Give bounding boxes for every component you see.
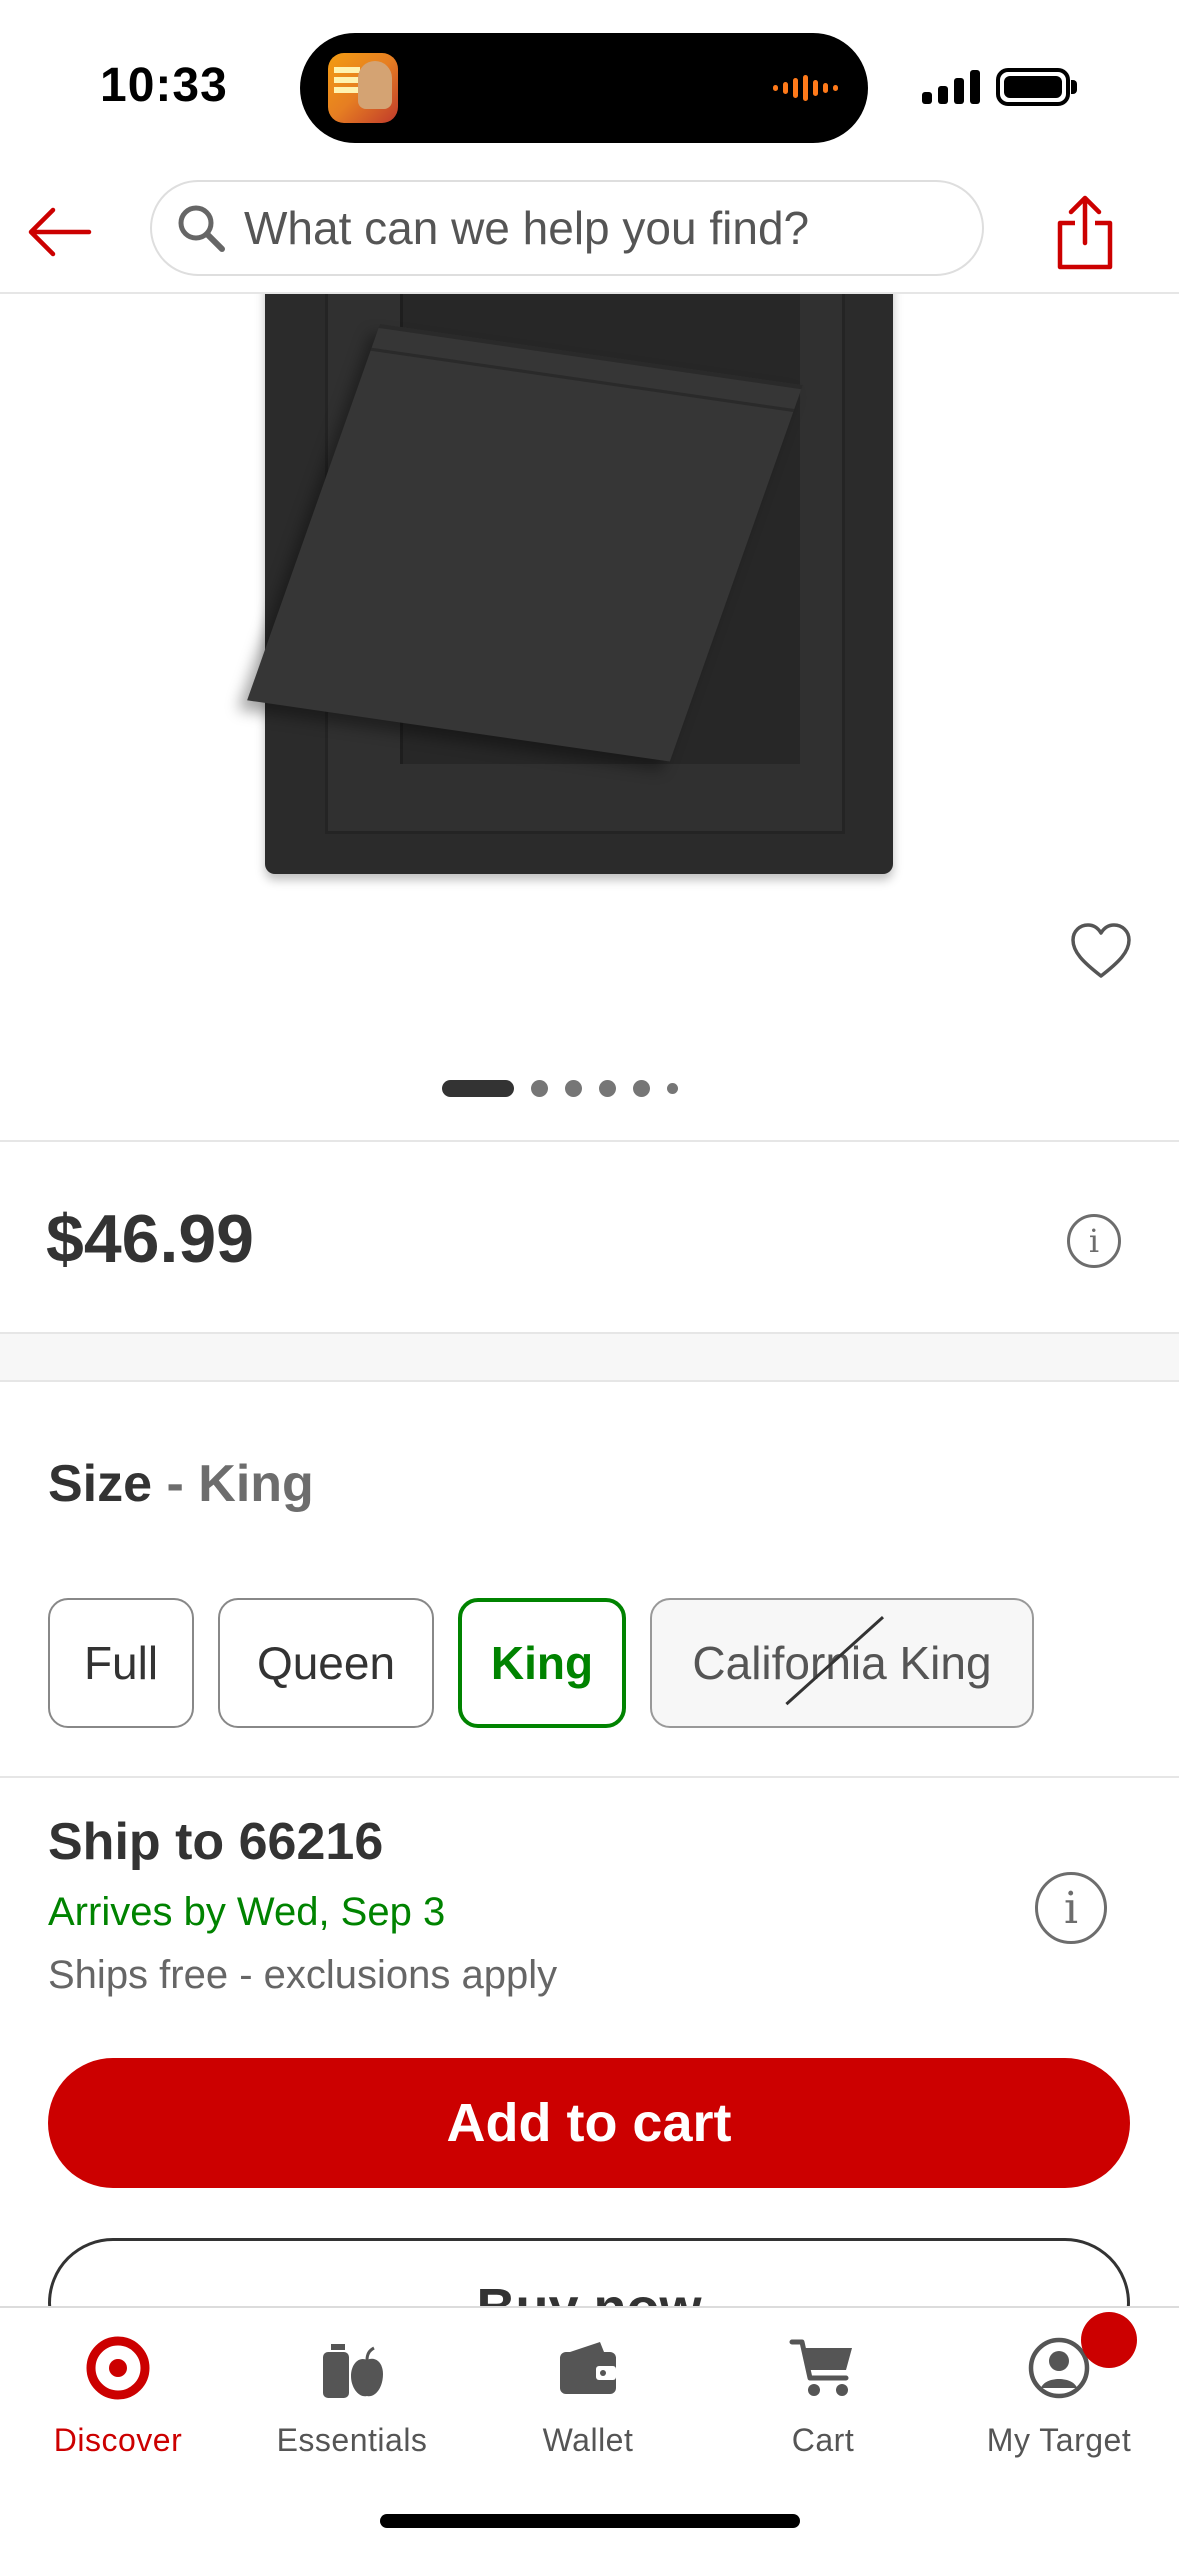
share-icon bbox=[1057, 195, 1113, 270]
size-option-full[interactable]: Full bbox=[48, 1598, 194, 1728]
status-time: 10:33 bbox=[100, 59, 228, 112]
size-heading: Size - King bbox=[48, 1454, 314, 1514]
status-bar: 10:33 bbox=[0, 0, 1179, 170]
size-option-queen[interactable]: Queen bbox=[218, 1598, 434, 1728]
tab-label: My Target bbox=[986, 2422, 1132, 2458]
search-input[interactable]: What can we help you find? bbox=[150, 180, 984, 276]
carousel-dot[interactable] bbox=[530, 1080, 548, 1097]
carousel-dot[interactable] bbox=[564, 1080, 582, 1097]
tab-essentials[interactable]: Essentials bbox=[252, 2328, 452, 2478]
carousel-dot[interactable] bbox=[632, 1080, 650, 1097]
shipping-note: Ships free - exclusions apply bbox=[48, 1953, 558, 1997]
share-button[interactable] bbox=[1040, 188, 1130, 278]
shipping-section[interactable]: Ship to 66216 Arrives by Wed, Sep 3 Ship… bbox=[0, 1780, 1179, 1997]
carousel-pagination[interactable] bbox=[0, 1080, 1179, 1097]
tab-label: Discover bbox=[53, 2422, 183, 2458]
home-indicator[interactable] bbox=[380, 2514, 800, 2528]
notification-badge bbox=[1081, 2312, 1137, 2368]
target-bullseye-icon bbox=[78, 2328, 158, 2408]
ship-to-heading[interactable]: Ship to 66216 bbox=[48, 1812, 383, 1872]
size-options: Full Queen King California King bbox=[48, 1598, 1034, 1728]
audio-waveform-icon bbox=[773, 75, 838, 101]
price-info-icon[interactable]: i bbox=[1067, 1214, 1121, 1268]
product-price: $46.99 bbox=[46, 1201, 254, 1277]
size-selected-value: King bbox=[198, 1455, 314, 1513]
battery-icon bbox=[996, 68, 1070, 106]
favorite-button[interactable] bbox=[1064, 914, 1138, 988]
back-button[interactable] bbox=[20, 192, 100, 272]
product-image-carousel[interactable] bbox=[0, 294, 1179, 1142]
section-divider bbox=[0, 1332, 1179, 1382]
search-placeholder: What can we help you find? bbox=[244, 202, 810, 254]
size-separator: - bbox=[152, 1455, 199, 1513]
size-option-label: California King bbox=[692, 1637, 992, 1689]
size-option-label: King bbox=[490, 1637, 594, 1689]
tab-wallet[interactable]: Wallet bbox=[488, 2328, 688, 2478]
tab-label: Essentials bbox=[276, 2422, 428, 2458]
dynamic-island[interactable] bbox=[300, 33, 868, 143]
cart-icon bbox=[783, 2328, 863, 2408]
heart-icon bbox=[1071, 923, 1131, 978]
size-option-label: Full bbox=[83, 1637, 159, 1689]
price-section: $46.99 i bbox=[0, 1140, 1179, 1332]
search-icon bbox=[178, 205, 225, 252]
tab-label: Wallet bbox=[542, 2422, 634, 2458]
arrival-date: Arrives by Wed, Sep 3 bbox=[48, 1890, 446, 1934]
back-arrow-icon bbox=[28, 207, 92, 257]
size-label: Size bbox=[48, 1455, 153, 1513]
size-option-california-king[interactable]: California King bbox=[650, 1598, 1034, 1728]
add-to-cart-button[interactable]: Add to cart bbox=[48, 2058, 1130, 2188]
size-selector: Size - King Full Queen King California K… bbox=[0, 1382, 1179, 1778]
carousel-dot[interactable] bbox=[666, 1083, 678, 1094]
size-option-label: Queen bbox=[256, 1637, 396, 1689]
top-header: What can we help you find? bbox=[0, 170, 1179, 294]
shipping-info-icon[interactable]: i bbox=[1035, 1872, 1107, 1944]
carousel-dot[interactable] bbox=[598, 1080, 616, 1097]
battery-nub bbox=[1071, 80, 1077, 94]
essentials-icon bbox=[312, 2328, 392, 2408]
wallet-icon bbox=[548, 2328, 628, 2408]
carousel-dot[interactable] bbox=[441, 1080, 514, 1097]
size-option-king[interactable]: King bbox=[458, 1598, 626, 1728]
now-playing-artwork-icon[interactable] bbox=[328, 53, 398, 123]
tab-label: Cart bbox=[791, 2422, 855, 2458]
tab-cart[interactable]: Cart bbox=[723, 2328, 923, 2478]
cellular-signal-icon bbox=[922, 68, 980, 104]
tab-discover[interactable]: Discover bbox=[18, 2328, 218, 2478]
